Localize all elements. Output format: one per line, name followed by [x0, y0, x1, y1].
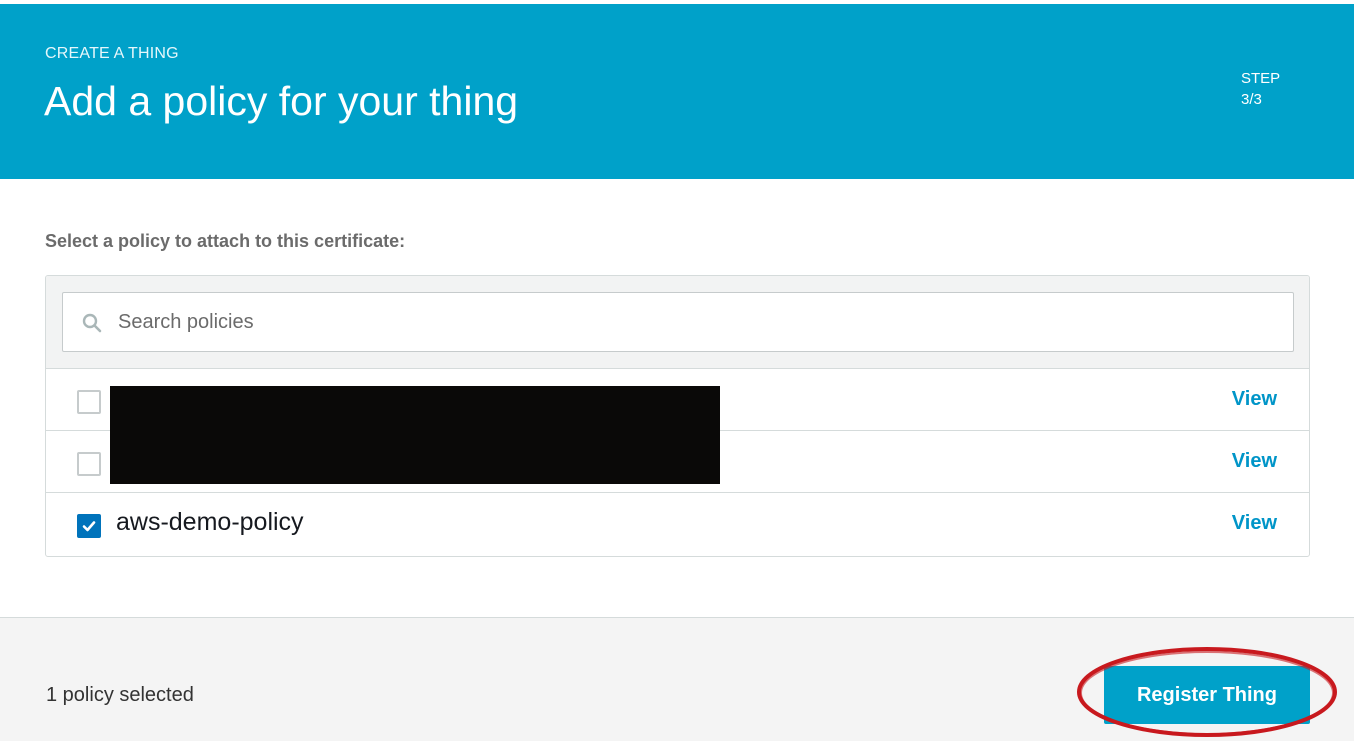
policy-section-label: Select a policy to attach to this certif…: [45, 231, 406, 251]
search-box[interactable]: [62, 292, 1294, 352]
wizard-eyebrow: CREATE A THING: [45, 45, 179, 62]
page-title: Add a policy for your thing: [44, 78, 519, 124]
policy-checkbox-checked[interactable]: [77, 514, 101, 538]
step-indicator: STEP 3/3: [1241, 68, 1280, 110]
wizard-header: CREATE A THING Add a policy for your thi…: [0, 4, 1354, 179]
view-policy-link[interactable]: View: [1232, 512, 1277, 535]
step-value: 3/3: [1241, 91, 1262, 108]
search-area: [46, 276, 1309, 369]
view-policy-link[interactable]: View: [1232, 388, 1277, 411]
step-label: STEP: [1241, 70, 1281, 87]
checkmark-icon: [82, 521, 96, 532]
redaction-block: [110, 386, 720, 484]
policy-row[interactable]: aws-demo-policy View: [46, 493, 1309, 555]
selected-count: 1 policy selected: [46, 684, 194, 706]
register-thing-button[interactable]: Register Thing: [1104, 666, 1310, 724]
view-policy-link[interactable]: View: [1232, 450, 1277, 473]
policy-name: aws-demo-policy: [116, 508, 304, 536]
search-input[interactable]: [118, 305, 1278, 339]
policy-checkbox[interactable]: [77, 452, 101, 476]
wizard-footer: 1 policy selected Register Thing: [0, 617, 1354, 741]
search-icon: [82, 313, 102, 333]
policy-checkbox[interactable]: [77, 390, 101, 414]
